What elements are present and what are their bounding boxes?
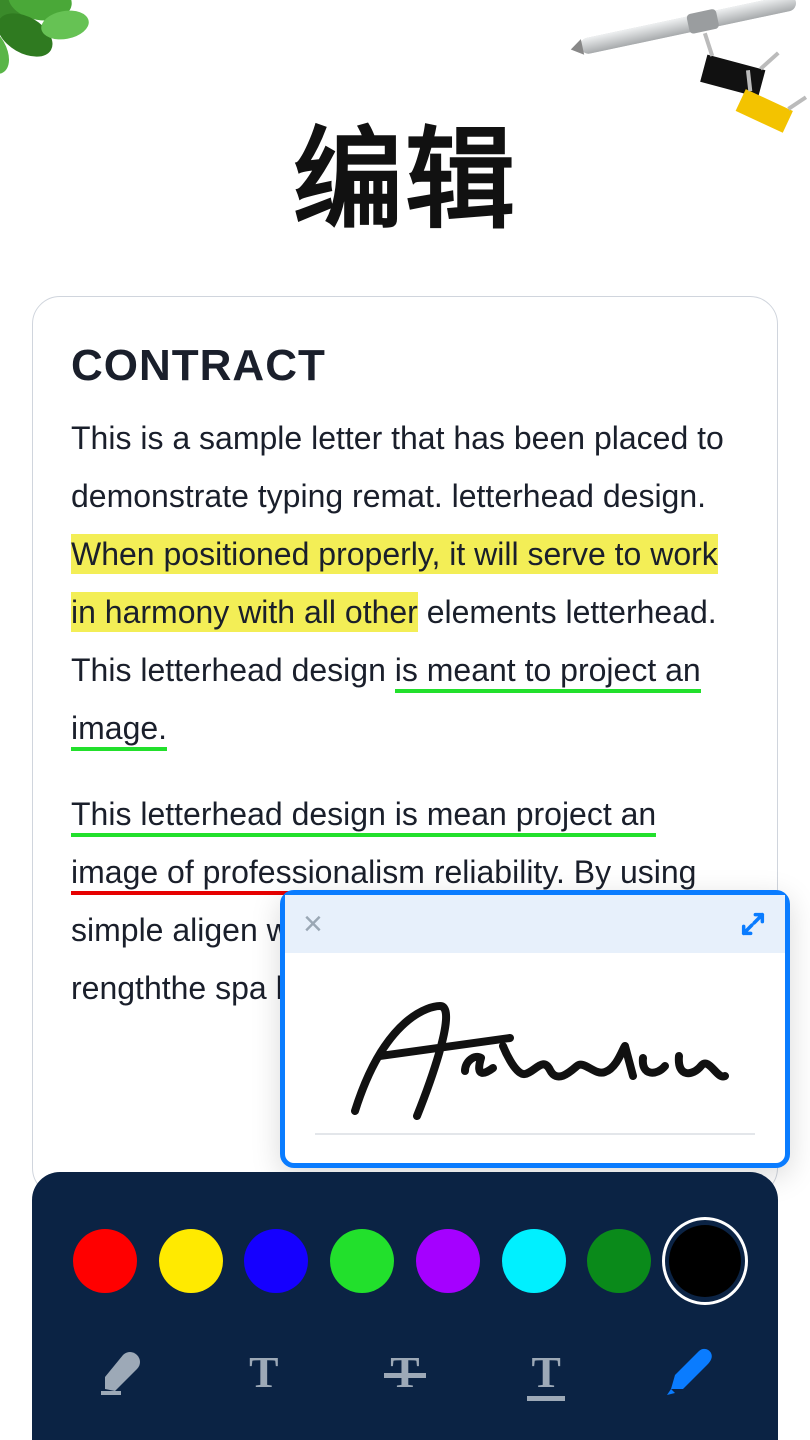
strikethrough-tool[interactable]: T — [365, 1338, 445, 1408]
signature-canvas[interactable] — [285, 953, 785, 1163]
color-swatch-cyan[interactable] — [491, 1217, 577, 1305]
color-swatch-yellow[interactable] — [148, 1217, 234, 1305]
text-tool[interactable]: T — [224, 1338, 304, 1408]
underlined-green-text: This letterhead design is mean project a… — [71, 796, 656, 837]
underlined-red-text: image of professionalism reliability. By… — [71, 854, 696, 895]
tool-row: T T T — [32, 1320, 778, 1440]
editor-toolbar: T T T — [32, 1172, 778, 1440]
signature-tool[interactable] — [647, 1338, 727, 1408]
close-icon[interactable]: × — [303, 907, 323, 941]
color-palette-row — [32, 1172, 778, 1320]
color-swatch-green[interactable] — [319, 1217, 405, 1305]
color-swatch-red[interactable] — [62, 1217, 148, 1305]
document-heading: CONTRACT — [71, 341, 739, 391]
color-swatch-blue[interactable] — [233, 1217, 319, 1305]
underline-tool[interactable]: T — [506, 1338, 586, 1408]
signature-panel-header: × — [285, 895, 785, 953]
highlighter-tool[interactable] — [83, 1338, 163, 1408]
page-title: 编辑 — [0, 90, 810, 250]
signature-panel[interactable]: × — [280, 890, 790, 1168]
expand-icon[interactable] — [739, 910, 767, 938]
color-swatch-black[interactable] — [662, 1217, 748, 1305]
color-swatch-purple[interactable] — [405, 1217, 491, 1305]
signature-baseline — [315, 1133, 755, 1135]
doc-text: This is a sample letter that has been pl… — [71, 420, 724, 514]
color-swatch-dark-green[interactable] — [576, 1217, 662, 1305]
